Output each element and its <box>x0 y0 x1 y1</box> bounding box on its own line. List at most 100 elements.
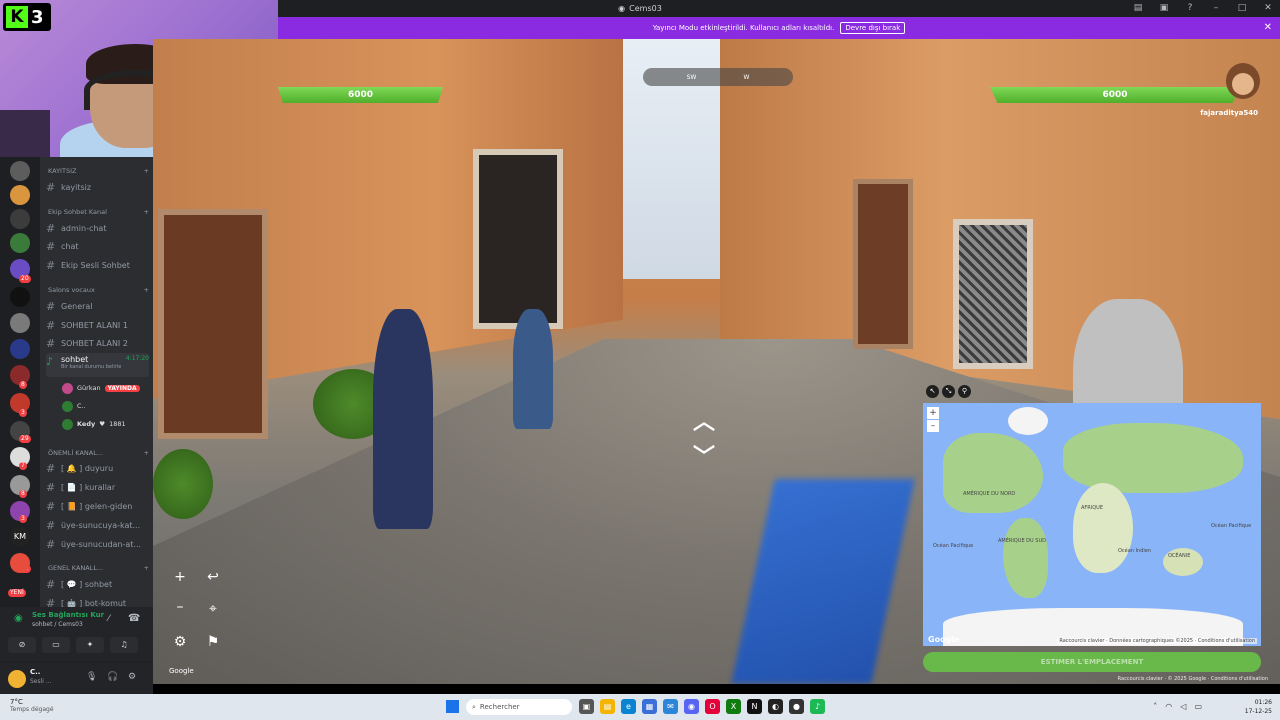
guess-map[interactable]: + – AMÉRIQUE DU NORD AFRIQUE AMÉRIQUE DU… <box>923 403 1261 646</box>
channel-label: chat <box>61 241 79 251</box>
channel-item[interactable]: # [ 🔔 ] duyuru <box>46 460 149 476</box>
camera-off-icon[interactable]: ⊘ <box>8 637 36 653</box>
inbox-icon[interactable]: ▤ <box>1132 2 1144 14</box>
user-name: C.. <box>77 402 86 410</box>
voice-status[interactable]: Ses Bağlantısı Kur <box>32 611 104 619</box>
obs-icon[interactable]: ● <box>789 699 804 714</box>
map-attribution[interactable]: Raccourcis clavier · Données cartographi… <box>1057 638 1257 644</box>
voice-user[interactable]: Gürkan YAYINDA <box>62 381 149 395</box>
location-pin-icon[interactable]: ⌖ <box>203 601 223 617</box>
github-icon[interactable]: ◐ <box>768 699 783 714</box>
chevron-up-icon[interactable]: ˄ <box>1153 702 1157 711</box>
edge-icon[interactable]: e <box>621 699 636 714</box>
category-header[interactable]: ÖNEMLİ KANAL... + <box>48 447 149 459</box>
voice-channel[interactable]: # General <box>46 298 149 314</box>
street-view[interactable]: 6000 6000 fajaraditya540 SW W ︿ ﹀ + ↩ – … <box>153 39 1280 684</box>
gear-icon[interactable]: ⚙ <box>128 672 136 682</box>
mic-icon[interactable]: 🎙 <box>86 672 97 682</box>
active-voice-channel[interactable]: ♪ sohbet 4:17:20 Bir kanal durumu belirle <box>46 353 149 377</box>
guess-button[interactable]: ESTIMER L'EMPLACEMENT <box>923 652 1261 672</box>
soundboard-icon[interactable]: ♫ <box>110 637 138 653</box>
disconnect-icon[interactable]: ☎ <box>128 613 140 624</box>
avatar <box>62 382 73 394</box>
avatar[interactable] <box>8 670 26 688</box>
maximize-icon[interactable]: □ <box>1236 2 1248 14</box>
voice-user[interactable]: C.. <box>62 399 149 413</box>
add-channel-icon[interactable]: + <box>144 564 149 572</box>
activities-icon[interactable]: ✦ <box>76 637 104 653</box>
map-zoom-in[interactable]: + <box>927 407 939 419</box>
voice-channel[interactable]: # SOHBET ALANI 2 <box>46 335 149 351</box>
move-back-arrow[interactable]: ﹀ <box>693 439 715 471</box>
server-icon[interactable] <box>10 161 30 181</box>
server-icon[interactable] <box>10 233 30 253</box>
zoom-in-icon[interactable]: + <box>170 569 190 585</box>
windows-start-icon[interactable] <box>446 700 459 713</box>
minimize-icon[interactable]: – <box>1210 2 1222 14</box>
discord-icon[interactable]: ◉ <box>684 699 699 714</box>
kick-k-icon: K <box>6 6 28 28</box>
category-header[interactable]: Salons vocaux + <box>48 284 149 296</box>
file-explorer-icon[interactable]: ▤ <box>600 699 615 714</box>
channel-item[interactable]: # kayitsiz <box>46 179 149 195</box>
channel-item[interactable]: # [ 📄 ] kurallar <box>46 479 149 495</box>
server-icon[interactable] <box>10 209 30 229</box>
server-icon[interactable] <box>10 339 30 359</box>
task-view-icon[interactable]: ▣ <box>579 699 594 714</box>
store-icon[interactable]: ▦ <box>642 699 657 714</box>
channel-item[interactable]: # Ekip Sesli Sohbet <box>46 257 149 273</box>
wifi-icon[interactable]: ◠ <box>1165 702 1172 711</box>
channel-item[interactable]: # chat <box>46 238 149 254</box>
channel-item[interactable]: # [ 📙 ] gelen-giden <box>46 498 149 514</box>
battery-icon[interactable]: ▭ <box>1194 702 1202 711</box>
channel-item[interactable]: # admin-chat <box>46 220 149 236</box>
channel-item[interactable]: # [ 💬 ] sohbet <box>46 576 149 592</box>
server-icon[interactable] <box>10 185 30 205</box>
channel-item[interactable]: # üye-sunucuya-kat... <box>46 517 149 533</box>
opera-icon[interactable]: O <box>705 699 720 714</box>
server-icon[interactable] <box>10 313 30 333</box>
server-icon[interactable] <box>10 553 30 573</box>
add-channel-icon[interactable]: + <box>144 286 149 294</box>
close-window-icon[interactable]: ✕ <box>1262 2 1274 14</box>
channel-item[interactable]: # üye-sunucudan-at... <box>46 536 149 552</box>
zoom-out-icon[interactable]: – <box>170 599 190 615</box>
mail-icon[interactable]: ✉ <box>663 699 678 714</box>
add-channel-icon[interactable]: + <box>144 208 149 216</box>
headphones-icon[interactable]: 🎧 <box>107 672 118 682</box>
add-channel-icon[interactable]: + <box>144 449 149 457</box>
help-icon[interactable]: ? <box>1184 2 1196 14</box>
screen-share-icon[interactable]: ▭ <box>42 637 70 653</box>
taskbar-search[interactable]: ⌕ Rechercher <box>466 699 572 715</box>
voice-user[interactable]: Kedy ♥ 1881 <box>62 417 149 431</box>
server-icon[interactable] <box>10 287 30 307</box>
close-icon[interactable]: ✕ <box>1264 22 1272 33</box>
flag-icon[interactable]: ⚑ <box>203 634 223 650</box>
clock[interactable]: 01:26 17-12-25 <box>1245 698 1272 716</box>
disable-streamer-button[interactable]: Devre dışı bırak <box>840 22 906 34</box>
resize-tool-icon[interactable]: ⤡ <box>942 385 955 398</box>
lock-tool-icon[interactable]: ⚲ <box>958 385 971 398</box>
server-icon[interactable]: KM <box>10 527 30 547</box>
channel-item[interactable]: # [ 🤖 ] bot-komut <box>46 595 149 608</box>
pin-tool-icon[interactable]: ↖ <box>926 385 939 398</box>
clock-time: 01:26 <box>1254 699 1272 706</box>
category-header[interactable]: KAYITSIZ + <box>48 165 149 177</box>
settings-icon[interactable]: ⚙ <box>170 634 190 650</box>
category-header[interactable]: Ekip Sohbet Kanal + <box>48 206 149 218</box>
volume-icon[interactable]: ◁ <box>1180 702 1186 711</box>
voice-channel[interactable]: # SOHBET ALANI 1 <box>46 317 149 333</box>
xbox-icon[interactable]: X <box>726 699 741 714</box>
undo-icon[interactable]: ↩ <box>203 569 223 585</box>
weather-widget[interactable]: 7°C Temps dégagé <box>10 698 54 713</box>
channel-status[interactable]: Bir kanal durumu belirle <box>61 364 149 370</box>
move-forward-arrow[interactable]: ︿ <box>693 404 715 436</box>
map-zoom-out[interactable]: – <box>927 420 939 432</box>
category-header[interactable]: GENEL KANALL... + <box>48 562 149 574</box>
spotify-icon[interactable]: ♪ <box>810 699 825 714</box>
add-channel-icon[interactable]: + <box>144 167 149 175</box>
noise-suppression-icon[interactable]: ⁄ <box>108 614 110 624</box>
screen-icon[interactable]: ▣ <box>1158 2 1170 14</box>
notion-icon[interactable]: N <box>747 699 762 714</box>
person <box>513 309 553 429</box>
